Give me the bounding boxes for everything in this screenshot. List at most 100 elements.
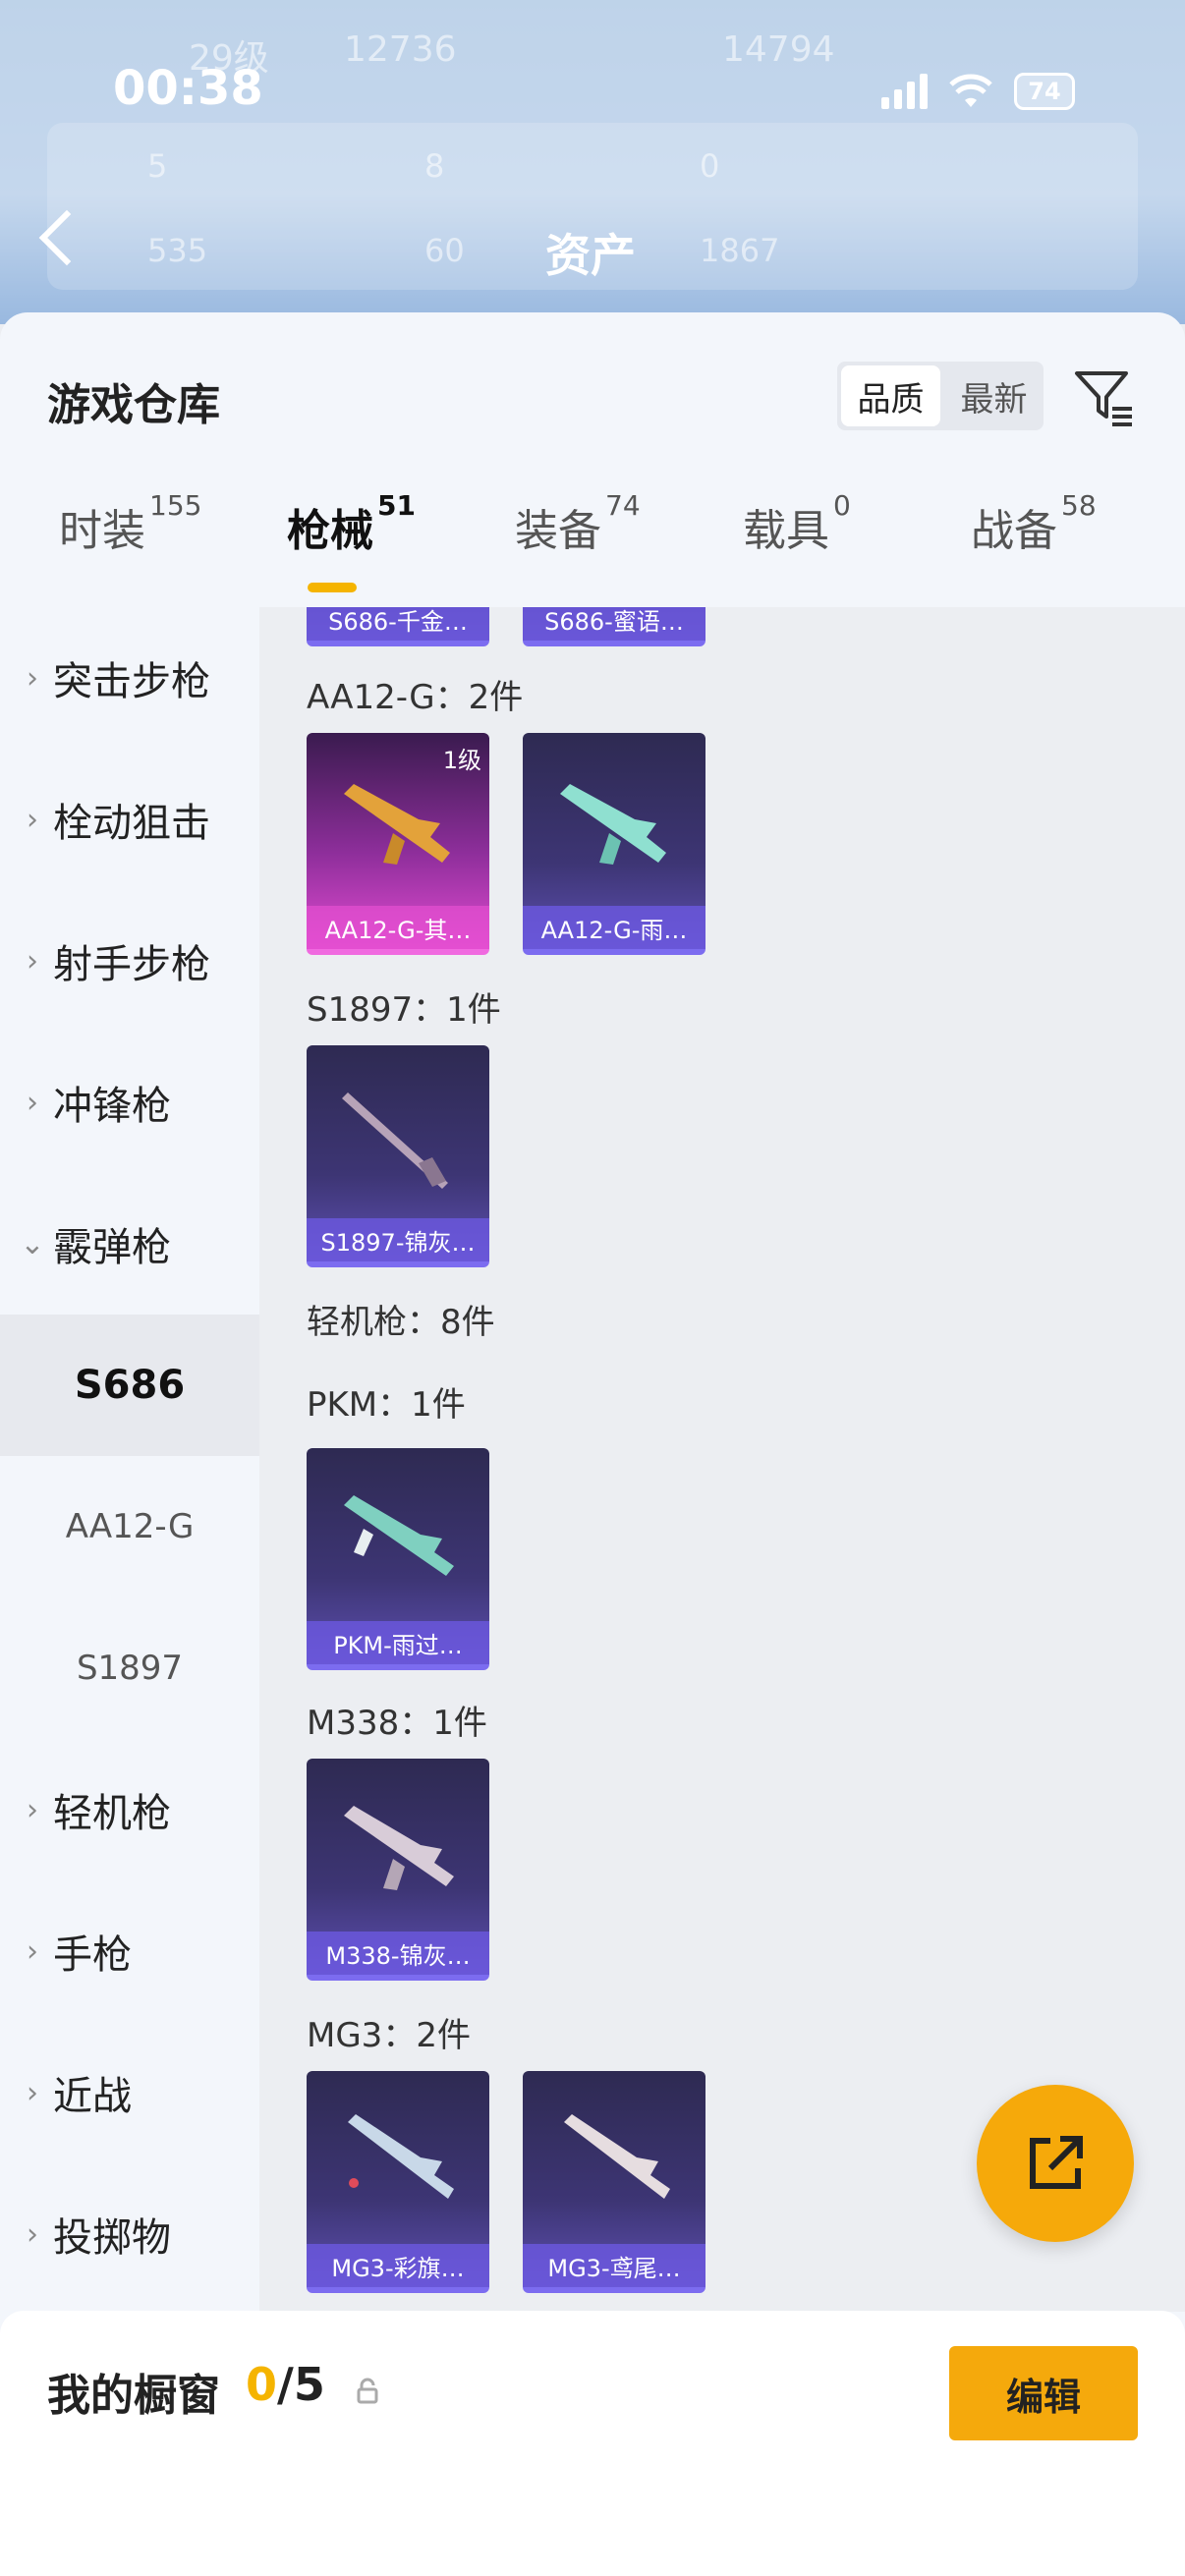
tab-vehicles[interactable]: 载具0 <box>743 489 851 558</box>
gun-icon <box>342 1092 448 1189</box>
warehouse-sheet: 游戏仓库 品质 最新 时装155 枪械51 装备74 载具0 战备58 › 突击步… <box>0 312 1185 2576</box>
weapon-card-name: AA12-G-雨… <box>523 906 705 949</box>
weapon-card-name: MG3-彩旗… <box>307 2244 489 2287</box>
chevron-right-icon: › <box>27 1792 38 1827</box>
share-button[interactable] <box>977 2085 1134 2242</box>
sidebar-item-label: 突击步枪 <box>53 659 210 704</box>
gun-icon <box>564 2114 670 2199</box>
weapon-card-name: S1897-锦灰… <box>307 1218 489 1261</box>
sidebar-item-smg[interactable]: › 冲锋枪 <box>0 1032 259 1173</box>
weapon-card[interactable]: PKM-雨过… <box>307 1448 489 1670</box>
sidebar-item-label: 霰弹枪 <box>53 1225 171 1270</box>
weapon-card-name: MG3-鸢尾… <box>523 2244 705 2287</box>
tab-label: 枪械 <box>287 506 373 556</box>
weapon-card[interactable]: S686-蜜语… <box>523 607 705 646</box>
chevron-right-icon: › <box>27 660 38 696</box>
sidebar-item-melee[interactable]: › 近战 <box>0 2022 259 2163</box>
weapon-card-name: S686-千金… <box>307 607 489 641</box>
weapon-card[interactable]: 1级 AA12-G-其… <box>307 733 489 955</box>
weapon-list: S686-千金… S686-蜜语… AA12-G：2件 1级 AA12-G-其…… <box>259 607 1185 2312</box>
gun-icon <box>344 1806 454 1890</box>
tab-guns[interactable]: 枪械51 <box>287 489 416 558</box>
page-title: 资产 <box>545 229 636 282</box>
chevron-right-icon: › <box>27 1085 38 1120</box>
group-title: 轻机枪：8件 <box>307 1303 495 1342</box>
tab-count: 0 <box>833 489 851 522</box>
stat-value: 535 <box>147 232 208 269</box>
signal-icon <box>881 74 928 109</box>
sidebar-item-label: 冲锋枪 <box>53 1084 171 1129</box>
sidebar-item-shotgun[interactable]: ⌄ 霰弹枪 <box>0 1173 259 1315</box>
tab-equipment[interactable]: 装备74 <box>515 489 641 558</box>
weapon-card[interactable]: S1897-锦灰… <box>307 1045 489 1267</box>
tab-fashion[interactable]: 时装155 <box>59 489 201 558</box>
showcase-count: 0/5 <box>246 2358 325 2411</box>
player-coins: 12736 <box>344 29 457 70</box>
sidebar-subitem-s686[interactable]: S686 <box>0 1315 259 1456</box>
sidebar-item-assault-rifle[interactable]: › 突击步枪 <box>0 607 259 749</box>
sheet-title: 游戏仓库 <box>47 380 220 430</box>
stat-value: 5 <box>147 147 168 185</box>
sidebar-item-throwable[interactable]: › 投掷物 <box>0 2163 259 2305</box>
sidebar-item-label: 栓动狙击 <box>53 801 210 846</box>
showcase-bar: 我的橱窗 0/5 编辑 <box>0 2311 1185 2576</box>
tab-label: 时装 <box>59 506 145 556</box>
stat-value: 60 <box>424 232 465 269</box>
tab-count: 155 <box>149 489 202 522</box>
sidebar-item-lmg[interactable]: › 轻机枪 <box>0 1739 259 1880</box>
tab-count: 58 <box>1061 489 1097 522</box>
weapon-card[interactable]: AA12-G-雨… <box>523 733 705 955</box>
group-title: MG3：2件 <box>307 2016 471 2055</box>
sidebar-subitem-aa12g[interactable]: AA12-G <box>0 1456 259 1597</box>
category-tabs: 时装155 枪械51 装备74 载具0 战备58 <box>0 489 1185 593</box>
tab-supplies[interactable]: 战备58 <box>971 489 1097 558</box>
weapon-card[interactable]: S686-千金… <box>307 607 489 646</box>
stat-value: 0 <box>700 147 720 185</box>
weapon-card-name: S686-蜜语… <box>523 607 705 641</box>
filter-icon[interactable] <box>1071 364 1136 428</box>
gun-icon <box>344 784 450 865</box>
status-time: 00:38 <box>113 61 263 116</box>
sidebar-item-marksman-rifle[interactable]: › 射手步枪 <box>0 890 259 1032</box>
sort-toggle: 品质 最新 <box>837 362 1044 430</box>
group-title: AA12-G：2件 <box>307 678 524 717</box>
group-title: PKM：1件 <box>307 1385 466 1425</box>
weapon-card[interactable]: MG3-鸢尾… <box>523 2071 705 2293</box>
battery-indicator: 74 <box>1014 73 1075 110</box>
chevron-right-icon: › <box>27 1933 38 1969</box>
weapon-category-sidebar: › 突击步枪 › 栓动狙击 › 射手步枪 › 冲锋枪 ⌄ 霰弹枪 S686 AA12-G … <box>0 607 259 2312</box>
gun-icon <box>348 2114 454 2199</box>
sidebar-item-label: 射手步枪 <box>53 942 210 987</box>
share-icon <box>1030 2136 1083 2189</box>
showcase-current: 0 <box>246 2358 278 2411</box>
edit-button[interactable]: 编辑 <box>949 2346 1138 2440</box>
group-title: S1897：1件 <box>307 990 501 1030</box>
weapon-card-name: PKM-雨过… <box>307 1621 489 1664</box>
sidebar-item-bolt-sniper[interactable]: › 栓动狙击 <box>0 749 259 890</box>
group-title: M338：1件 <box>307 1704 487 1743</box>
player-points: 14794 <box>722 29 835 70</box>
gun-icon <box>560 784 666 865</box>
weapon-card[interactable]: M338-锦灰… <box>307 1759 489 1981</box>
showcase-label: 我的橱窗 <box>47 2371 220 2421</box>
stat-value: 8 <box>424 147 445 185</box>
tab-label: 战备 <box>971 506 1057 556</box>
sidebar-item-label: 投掷物 <box>53 2215 171 2261</box>
chevron-right-icon: › <box>27 802 38 837</box>
sidebar-subitem-s1897[interactable]: S1897 <box>0 1597 259 1739</box>
status-icons: 74 <box>881 73 1075 110</box>
wifi-icon <box>949 74 992 107</box>
sort-quality-button[interactable]: 品质 <box>841 365 940 426</box>
chevron-right-icon: › <box>27 2075 38 2110</box>
sidebar-item-label: 近战 <box>53 2074 132 2119</box>
sidebar-item-pistol[interactable]: › 手枪 <box>0 1880 259 2022</box>
lock-icon <box>357 2378 378 2404</box>
sidebar-item-label: 轻机枪 <box>53 1791 171 1836</box>
sort-newest-button[interactable]: 最新 <box>944 362 1044 430</box>
tab-count: 51 <box>377 489 416 522</box>
stat-value: 1867 <box>700 232 780 269</box>
weapon-card[interactable]: MG3-彩旗… <box>307 2071 489 2293</box>
gun-icon <box>344 1495 454 1576</box>
chevron-right-icon: › <box>27 943 38 979</box>
active-tab-indicator <box>308 583 357 592</box>
